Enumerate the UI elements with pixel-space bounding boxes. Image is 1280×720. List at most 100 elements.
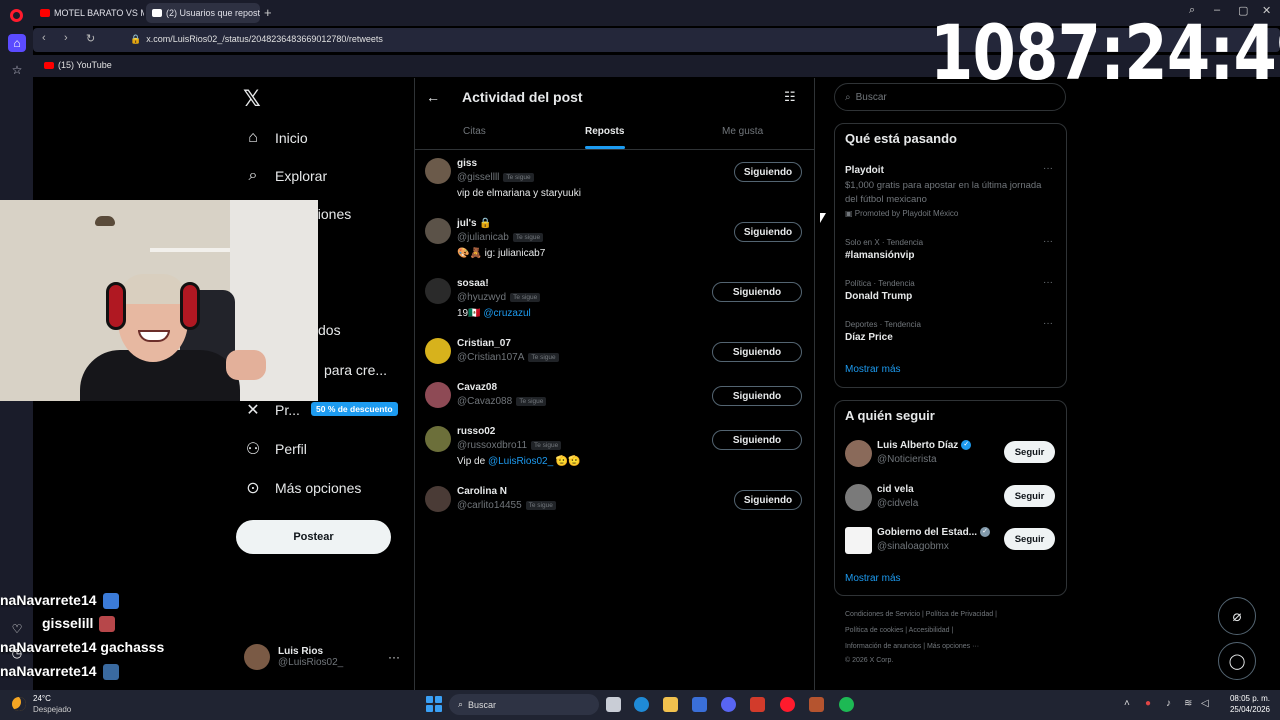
show-more-link[interactable]: Mostrar más [845,364,901,375]
opera-icon[interactable] [780,697,795,712]
list-item[interactable]: Gobierno del Estad... ✓ @sinaloagobmx Seg… [845,527,1060,555]
avatar[interactable] [425,278,451,304]
footer-links[interactable]: Condiciones de Servicio | Política de Pr… [845,611,997,618]
trend-name[interactable]: Playdoit [845,165,884,176]
spotify-icon[interactable] [839,697,854,712]
post-button[interactable]: Postear [236,520,391,554]
following-button[interactable]: Siguiendo [712,342,802,362]
more-icon[interactable]: ··· [1043,163,1053,174]
back-arrow-icon[interactable]: ← [426,89,440,105]
avatar[interactable] [425,338,451,364]
more-circle-icon: ⊙ [246,480,260,497]
opera-logo-icon[interactable] [10,9,23,22]
clock-time[interactable]: 08:05 p. m. [1228,694,1270,703]
filter-icon[interactable]: ☷ [784,89,796,105]
avatar[interactable] [425,158,451,184]
list-item[interactable]: cid vela @cidvela Seguir [845,484,1060,512]
trend-meta: Política · Tendencia [845,279,915,288]
home-icon[interactable]: ⌂ [8,34,26,52]
mention-link[interactable]: @cruzazul [483,308,530,319]
chevron-up-icon[interactable]: ˄ [1124,698,1130,709]
following-button[interactable]: Siguiendo [712,282,802,302]
url-text[interactable]: 🔒 x.com/LuisRios02_/status/20482364836690… [130,34,383,45]
following-button[interactable]: Siguiendo [734,490,802,510]
clock-date[interactable]: 25/04/2026 [1218,705,1270,714]
reload-icon[interactable]: ↻ [86,32,95,45]
premium-discount-badge[interactable]: 50 % de descuento [311,402,398,416]
follow-button[interactable]: Seguir [1004,441,1055,463]
store-icon[interactable] [692,697,707,712]
avatar[interactable] [845,527,872,554]
show-more-link[interactable]: Mostrar más [845,573,901,584]
tab-usuarios-repost[interactable]: (2) Usuarios que repostea ✕ [146,3,260,23]
who-to-follow-title: A quién seguir [845,408,935,423]
x-logo-icon[interactable]: 𝕏 [243,86,261,112]
lock-icon: 🔒 [130,34,142,44]
microphone-icon[interactable]: ♪ [1166,698,1171,709]
more-icon[interactable]: ··· [1043,277,1053,288]
game-app-icon[interactable] [750,697,765,712]
footer-links[interactable]: Información de anuncios | Más opciones ·… [845,643,979,650]
tab-citas[interactable]: Citas [463,126,486,137]
headphone-right-icon [180,282,200,330]
bookmark-youtube[interactable]: (15) YouTube [44,60,112,70]
file-explorer-icon[interactable] [663,697,678,712]
weather-moon-icon[interactable] [12,697,26,711]
following-button[interactable]: Siguiendo [734,162,802,182]
nav-explorar[interactable]: ⌕ Explorar [243,167,328,185]
avatar[interactable] [845,440,872,467]
avatar[interactable] [425,218,451,244]
forward-icon[interactable]: › [64,32,68,44]
grok-icon[interactable]: ⌀ [1218,597,1256,635]
clock-icon[interactable]: ◷ [8,644,26,662]
tray-app-icon[interactable]: ● [1145,698,1151,709]
user-bio: Vip de @LuisRios02_ 🫡🫡 [457,456,581,467]
avatar[interactable] [425,382,451,408]
more-icon[interactable]: ··· [1043,318,1053,329]
more-icon[interactable]: ··· [1043,236,1053,247]
heart-icon[interactable]: ♡ [8,620,26,638]
windows-start-icon[interactable] [426,696,442,712]
mention-link[interactable]: @LuisRios02_ [488,456,553,467]
account-switcher[interactable]: Luis Rios @LuisRios02_ [244,644,343,670]
follow-button[interactable]: Seguir [1004,485,1055,507]
avatar[interactable] [425,486,451,512]
taskbar-search[interactable]: ⌕ Buscar [449,694,599,715]
nav-mas-opciones[interactable]: ⊙ Más opciones [243,478,361,498]
weather-condition[interactable]: Despejado [33,705,71,714]
trend-name[interactable]: Donald Trump [845,291,912,302]
nav-inicio[interactable]: ⌂ Inicio [243,129,308,147]
nav-creadores[interactable]: para cre... [324,362,387,378]
wifi-icon[interactable]: ≋ [1184,698,1192,709]
avatar[interactable] [425,426,451,452]
trend-name[interactable]: Díaz Price [845,332,893,343]
task-view-icon[interactable] [606,697,621,712]
follows-you-badge: Te sigue [512,232,544,242]
following-button[interactable]: Siguiendo [712,386,802,406]
discord-icon[interactable] [721,697,736,712]
edge-icon[interactable] [634,697,649,712]
account-menu-icon[interactable]: ··· [388,650,400,664]
home-icon: ⌂ [248,129,258,146]
verified-badge-icon: ✓ [961,440,972,451]
speaker-icon[interactable]: ◁ [1201,698,1209,709]
star-icon[interactable]: ☆ [8,61,26,79]
tab-reposts[interactable]: Reposts [585,126,624,137]
messages-icon[interactable]: ◯ [1218,642,1256,680]
nav-premium[interactable]: ✕ Pr... [243,400,300,420]
new-tab-icon[interactable]: + [264,5,272,20]
nav-guardados[interactable]: dos [318,322,341,338]
weather-temp[interactable]: 24°C [33,694,51,703]
avatar[interactable] [845,484,872,511]
back-icon[interactable]: ‹ [42,32,46,44]
list-item[interactable]: Luis Alberto Díaz ✓ @Noticierista Seguir [845,440,1060,468]
tab-motel-barato[interactable]: MOTEL BARATO VS MOTE [34,3,144,23]
following-button[interactable]: Siguiendo [734,222,802,242]
nav-perfil[interactable]: ⚇ Perfil [243,439,307,459]
footer-links[interactable]: Política de cookies | Accesibilidad | [845,627,953,634]
trend-name[interactable]: #lamansiónvip [845,250,914,261]
tab-me-gusta[interactable]: Me gusta [722,126,763,137]
follow-button[interactable]: Seguir [1004,528,1055,550]
following-button[interactable]: Siguiendo [712,430,802,450]
app-icon[interactable] [809,697,824,712]
